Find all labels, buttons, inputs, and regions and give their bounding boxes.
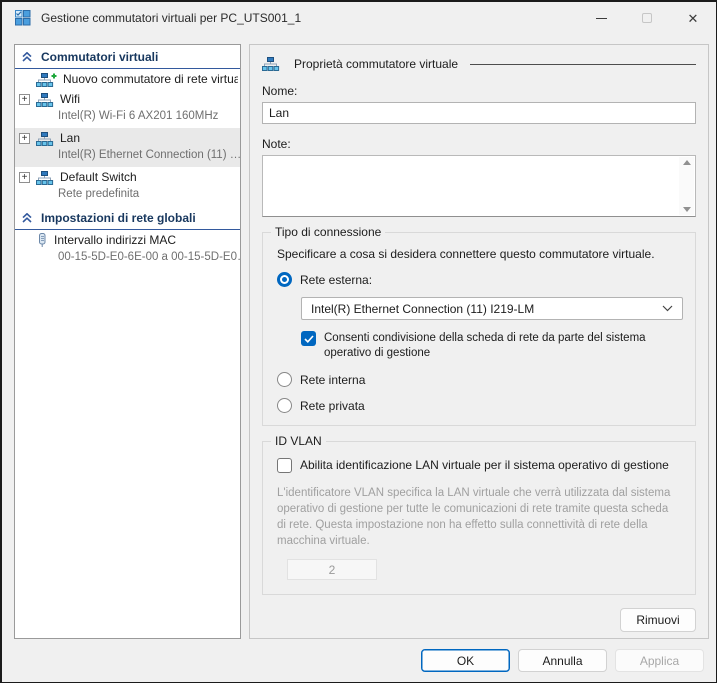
radio-selected-icon[interactable] — [277, 272, 292, 287]
virtual-switch-icon — [36, 132, 54, 146]
share-adapter-label: Consenti condivisione della scheda di re… — [324, 331, 683, 361]
internal-network-label: Rete interna — [300, 373, 365, 387]
properties-section-header: Proprietà commutatore virtuale — [262, 57, 696, 71]
vlan-id-group: ID VLAN Abilita identificazione LAN virt… — [262, 441, 696, 595]
tree-item-lan-subtitle[interactable]: Intel(R) Ethernet Connection (11) … — [15, 148, 240, 167]
virtual-switch-icon — [36, 171, 54, 185]
remove-button-row: Rimuovi — [262, 608, 696, 632]
chevron-down-icon — [662, 305, 673, 312]
share-adapter-checkbox-row[interactable]: Consenti condivisione della scheda di re… — [301, 331, 683, 361]
external-network-radio-row[interactable]: Rete esterna: — [277, 272, 683, 287]
tree-section-global-settings[interactable]: Impostazioni di rete globali — [15, 206, 240, 230]
tree-item-label: Default Switch — [60, 170, 137, 185]
name-label: Nome: — [262, 84, 696, 98]
scroll-up-icon[interactable] — [683, 160, 691, 165]
virtual-switch-icon — [36, 93, 54, 107]
tree-item-mac-range[interactable]: Intervallo indirizzi MAC — [15, 230, 240, 250]
tree-section-label: Impostazioni di rete globali — [41, 211, 196, 225]
ok-button[interactable]: OK — [421, 649, 510, 672]
adapter-dropdown[interactable]: Intel(R) Ethernet Connection (11) I219-L… — [301, 297, 683, 320]
tree-item-lan[interactable]: + Lan — [15, 128, 240, 148]
collapse-chevrons-icon — [22, 213, 32, 223]
private-network-radio-row[interactable]: Rete privata — [277, 398, 683, 413]
connection-type-title: Tipo di connessione — [271, 225, 385, 239]
switch-name-input[interactable] — [262, 102, 696, 124]
tree-item-wifi-subtitle[interactable]: Intel(R) Wi-Fi 6 AX201 160MHz — [15, 109, 240, 128]
vlan-id-input — [287, 559, 377, 580]
tree-section-virtual-switches[interactable]: Commutatori virtuali — [15, 45, 240, 69]
switch-tree-panel: Commutatori virtuali Nuovo commutatore d… — [14, 44, 241, 639]
radio-unselected-icon[interactable] — [277, 372, 292, 387]
dialog-footer: OK Annulla Applica — [421, 649, 704, 672]
vlan-description: L'identificatore VLAN specifica la LAN v… — [277, 485, 672, 549]
cancel-button[interactable]: Annulla — [518, 649, 607, 672]
remove-button[interactable]: Rimuovi — [620, 608, 696, 632]
enable-vlan-label: Abilita identificazione LAN virtuale per… — [300, 458, 669, 473]
scroll-down-icon[interactable] — [683, 207, 691, 212]
tree-item-new-switch[interactable]: Nuovo commutatore di rete virtuale — [15, 69, 240, 89]
external-network-label: Rete esterna: — [300, 273, 372, 287]
checkbox-unchecked-icon[interactable] — [277, 458, 292, 473]
minimize-icon — [596, 18, 607, 19]
notes-field-wrapper — [262, 155, 696, 217]
tree-section-label: Commutatori virtuali — [41, 50, 158, 64]
collapse-chevrons-icon — [22, 52, 32, 62]
notes-textarea[interactable] — [263, 156, 678, 216]
expand-icon[interactable]: + — [19, 133, 30, 144]
window-title: Gestione commutatori virtuali per PC_UTS… — [41, 11, 301, 25]
maximize-icon — [642, 13, 652, 23]
connection-type-group: Tipo di connessione Specificare a cosa s… — [262, 232, 696, 426]
tree-item-label: Intervallo indirizzi MAC — [54, 233, 176, 248]
close-icon: ✕ — [688, 12, 699, 25]
notes-label: Note: — [262, 137, 696, 151]
tree-item-wifi[interactable]: + Wifi — [15, 89, 240, 109]
connection-description: Specificare a cosa si desidera connetter… — [277, 247, 683, 261]
tree-item-default-switch[interactable]: + Default Switch — [15, 167, 240, 187]
new-virtual-switch-icon — [36, 73, 57, 87]
notes-scrollbar[interactable] — [679, 157, 694, 215]
minimize-button[interactable] — [578, 2, 624, 34]
enable-vlan-checkbox-row[interactable]: Abilita identificazione LAN virtuale per… — [277, 458, 683, 473]
titlebar: Gestione commutatori virtuali per PC_UTS… — [2, 2, 716, 34]
expand-icon[interactable]: + — [19, 94, 30, 105]
radio-unselected-icon[interactable] — [277, 398, 292, 413]
window-controls: ✕ — [578, 2, 716, 34]
switch-properties-panel: Proprietà commutatore virtuale Nome: Not… — [249, 44, 709, 639]
maximize-button[interactable] — [624, 2, 670, 34]
virtual-switch-icon — [262, 57, 280, 71]
tree-item-mac-subtitle[interactable]: 00-15-5D-E0-6E-00 a 00-15-5D-E0… — [15, 250, 240, 269]
apply-button: Applica — [615, 649, 704, 672]
mac-address-range-icon — [36, 233, 48, 248]
vlan-group-title: ID VLAN — [271, 434, 326, 448]
section-rule — [470, 64, 696, 65]
hyperv-switch-manager-icon — [15, 10, 31, 26]
expand-icon[interactable]: + — [19, 172, 30, 183]
virtual-switch-manager-window: Gestione commutatori virtuali per PC_UTS… — [0, 0, 717, 683]
section-title: Proprietà commutatore virtuale — [294, 57, 458, 71]
tree-item-default-subtitle[interactable]: Rete predefinita — [15, 187, 240, 206]
tree-item-label: Nuovo commutatore di rete virtuale — [63, 72, 238, 87]
tree-item-label: Wifi — [60, 92, 80, 107]
internal-network-radio-row[interactable]: Rete interna — [277, 372, 683, 387]
checkbox-checked-icon[interactable] — [301, 331, 316, 346]
tree-item-label: Lan — [60, 131, 80, 146]
adapter-selected-value: Intel(R) Ethernet Connection (11) I219-L… — [311, 302, 534, 316]
close-button[interactable]: ✕ — [670, 2, 716, 34]
private-network-label: Rete privata — [300, 399, 365, 413]
